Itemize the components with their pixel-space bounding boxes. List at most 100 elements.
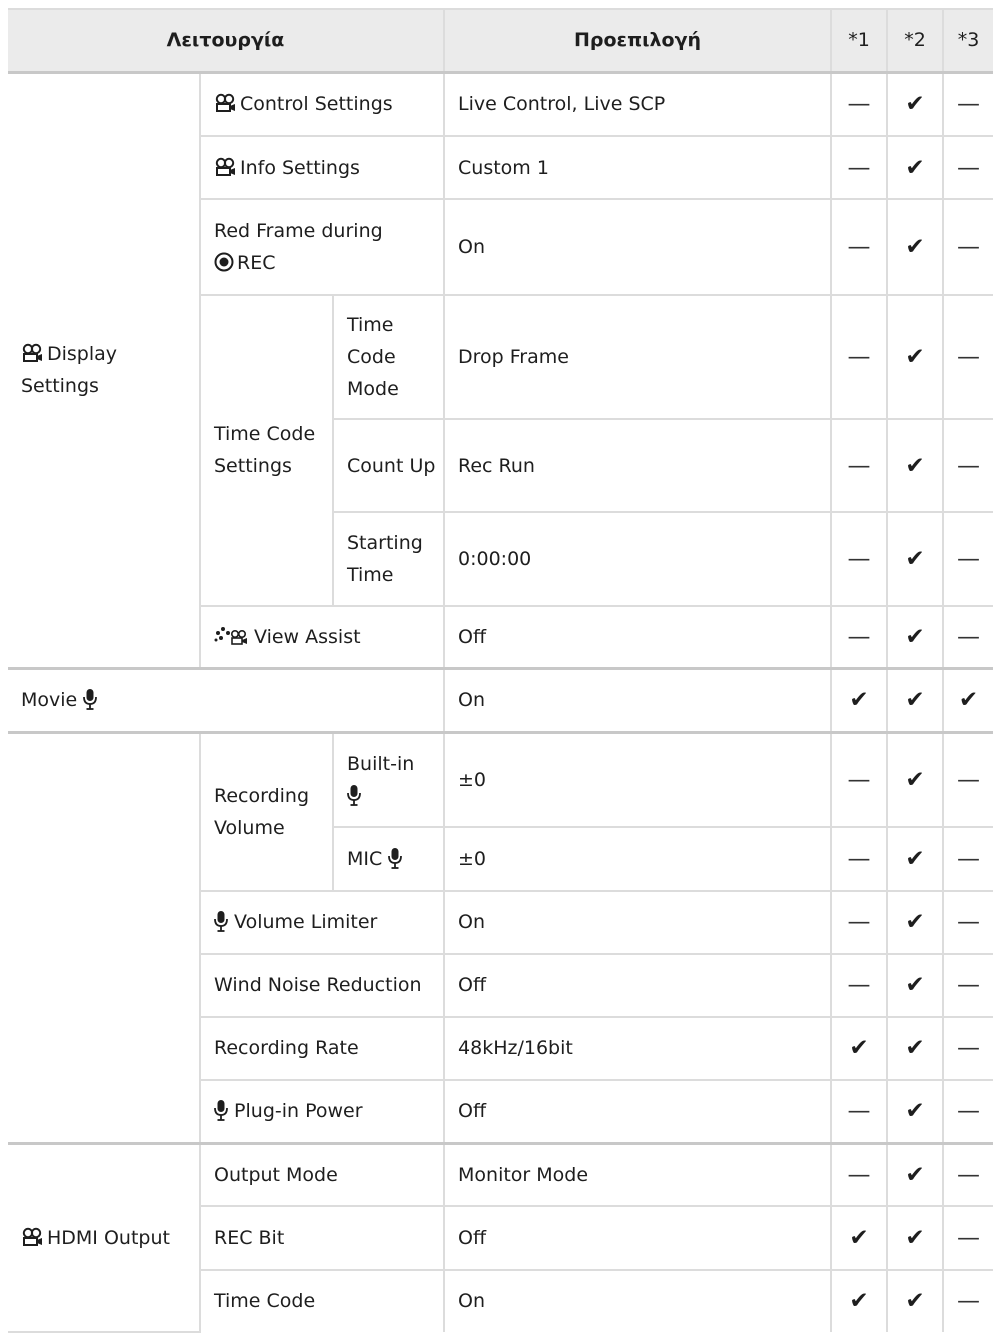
mark-col1: — <box>830 730 889 829</box>
mark-col1: — <box>830 952 889 1018</box>
mark-col2-check: ✔ <box>886 1141 945 1208</box>
mark-col1: — <box>830 418 889 514</box>
mark-col1-check: ✔ <box>830 1205 889 1271</box>
mark-col1: — <box>830 1141 889 1208</box>
table-row: Display Settings Control Settings Live C… <box>8 70 993 670</box>
row-label: Built-in <box>331 730 446 829</box>
mark-col2-check: ✔ <box>886 198 945 296</box>
mark-col2-check: ✔ <box>886 1015 945 1082</box>
row-label: View Assist <box>200 604 446 670</box>
row-label: Red Frame during REC <box>200 198 446 296</box>
mark-col3-check: ✔ <box>942 667 993 734</box>
mark-col2-check: ✔ <box>886 70 945 138</box>
row-label: Count Up <box>333 418 446 514</box>
row-label: Time Code <box>200 1268 446 1332</box>
mark-col2-check: ✔ <box>886 1205 945 1271</box>
row-value: Off <box>443 952 833 1018</box>
mark-col1: — <box>830 826 889 892</box>
header-col1: *1 <box>830 8 889 74</box>
movie-camera-icon <box>214 155 236 176</box>
row-label: Time Code Mode <box>331 293 446 421</box>
mark-col3: — <box>942 952 993 1018</box>
microphone-icon <box>347 784 361 806</box>
view-assist-icon <box>214 625 248 647</box>
row-value: Monitor Mode <box>443 1141 833 1208</box>
row-label: Info Settings <box>200 135 446 201</box>
row-value: On <box>443 198 833 296</box>
row-label: Output Mode <box>198 1141 446 1208</box>
mark-col2-check: ✔ <box>886 135 945 201</box>
mark-col2-check: ✔ <box>886 418 945 514</box>
mark-col1: — <box>830 70 889 138</box>
row-value: Off <box>443 1205 833 1271</box>
mark-col3: — <box>942 135 993 201</box>
row-value: Custom 1 <box>443 135 833 201</box>
microphone-icon <box>214 1099 228 1122</box>
row-label: Plug-in Power <box>200 1079 446 1145</box>
mark-col2-check: ✔ <box>886 293 945 421</box>
hdmi-output-label: HDMI Output <box>47 1226 170 1249</box>
mark-col2-check: ✔ <box>886 1079 945 1145</box>
mark-col3: — <box>942 293 993 421</box>
mark-col3: — <box>942 1079 993 1145</box>
microphone-icon <box>388 847 403 869</box>
row-label-text: Control Settings <box>240 93 393 116</box>
row-label-text-2: REC <box>237 252 276 275</box>
mark-col1: — <box>830 198 889 296</box>
header-row: Λειτουργία Προεπιλογή *1 *2 *3 <box>8 8 993 74</box>
mark-col1-check: ✔ <box>830 1015 889 1082</box>
header-default: Προεπιλογή <box>443 8 833 74</box>
row-label: Volume Limiter <box>200 889 446 955</box>
group-recording-volume: Recording Volume <box>199 730 334 892</box>
mark-col2-check: ✔ <box>886 889 945 955</box>
mark-col1: — <box>830 511 889 607</box>
row-label-text: Plug-in Power <box>234 1100 363 1123</box>
group-movie-mic: Movie <box>8 667 446 734</box>
settings-table: Λειτουργία Προεπιλογή *1 *2 *3 Display S… <box>8 8 993 1333</box>
row-value: On <box>443 889 833 955</box>
row-label-text: Info Settings <box>240 156 360 179</box>
row-value: Live Control, Live SCP <box>443 70 833 138</box>
row-label: REC Bit <box>200 1205 446 1271</box>
mark-col3: — <box>942 198 993 296</box>
group-display-settings: Display Settings <box>8 71 201 670</box>
mark-col2-check: ✔ <box>886 667 945 734</box>
mark-col3: — <box>942 1015 993 1082</box>
row-value: ±0 <box>443 826 833 892</box>
mark-col3: — <box>942 604 993 670</box>
row-value: 48kHz/16bit <box>443 1015 833 1082</box>
mark-col2-check: ✔ <box>886 511 945 607</box>
row-label-text: Built-in <box>347 752 415 775</box>
row-label-text: Volume Limiter <box>234 911 378 934</box>
table-row: HDMI Output Output Mode Monitor Mode — ✔… <box>8 1141 993 1333</box>
group-time-code-settings: Time Code Settings <box>200 293 334 607</box>
mark-col3: — <box>942 511 993 607</box>
microphone-icon <box>214 910 228 932</box>
row-label: MIC <box>333 826 446 892</box>
mark-col2-check: ✔ <box>886 604 945 670</box>
mark-col2-check: ✔ <box>886 1268 945 1332</box>
table-row: Movie On ✔ ✔ ✔ <box>8 667 993 734</box>
mark-col1: — <box>830 293 889 421</box>
group-audio-empty <box>8 730 201 1145</box>
row-value: Rec Run <box>443 418 833 514</box>
mark-col3: — <box>942 826 993 892</box>
movie-camera-icon <box>21 341 43 363</box>
movie-camera-icon <box>21 1225 43 1246</box>
row-value: Off <box>443 1079 833 1145</box>
row-label-text: MIC <box>347 847 383 870</box>
header-function: Λειτουργία <box>8 8 446 74</box>
header-col3: *3 <box>942 8 993 74</box>
mark-col1-check: ✔ <box>830 667 889 734</box>
row-value: On <box>443 1268 833 1332</box>
row-label: Control Settings <box>198 70 446 138</box>
row-label: Recording Rate <box>200 1015 446 1082</box>
mark-col1: — <box>830 604 889 670</box>
row-label: Wind Noise Reduction <box>200 952 446 1018</box>
row-value: ±0 <box>443 730 833 829</box>
row-value: Drop Frame <box>443 293 833 421</box>
header-col2: *2 <box>886 8 945 74</box>
row-label: Starting Time <box>333 511 446 607</box>
row-value: Off <box>443 604 833 670</box>
mark-col1: — <box>830 1079 889 1145</box>
